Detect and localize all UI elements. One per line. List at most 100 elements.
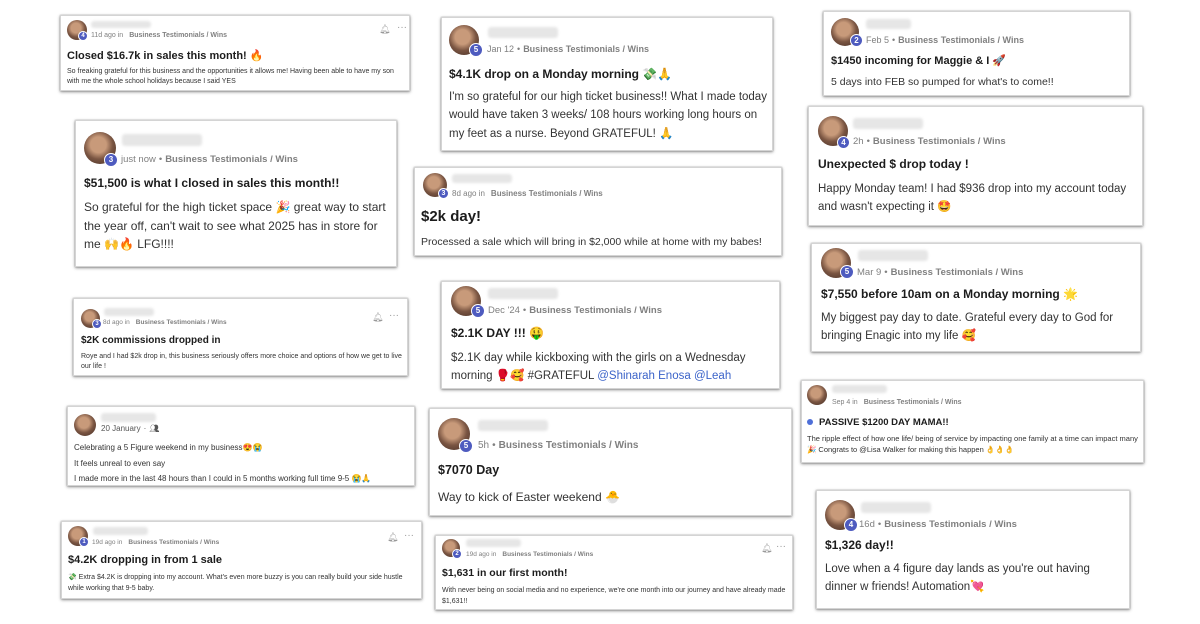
level-badge: 4 [844, 518, 858, 532]
level-badge: 5 [471, 304, 485, 318]
post-line: Celebrating a 5 Figure weekend in my bus… [74, 443, 263, 452]
post-title: $4.1K drop on a Monday morning 💸🙏 [449, 67, 673, 81]
mention-link[interactable]: @Leah [694, 370, 731, 382]
post-title: $2.1K DAY !!! 🤑 [451, 326, 544, 340]
post-meta: 2h • Business Testimonials / Wins [853, 136, 1006, 147]
post-card[interactable]: 5 Dec '24 • Business Testimonials / Wins $… [441, 281, 780, 389]
level-badge: 5 [459, 439, 473, 453]
avatar [74, 414, 96, 436]
author-name-redacted [488, 288, 558, 299]
post-body: 5 days into FEB so pumped for what's to … [831, 76, 1054, 88]
bell-icon[interactable]: 🔔︎ [761, 543, 772, 554]
post-category[interactable]: Business Testimonials / Wins [491, 189, 603, 198]
post-meta: 8d ago in Business Testimonials / Wins [103, 319, 227, 326]
post-category[interactable]: Business Testimonials / Wins [523, 44, 649, 54]
post-title: $1,631 in our first month! [442, 567, 568, 579]
post-body: My biggest pay day to date. Grateful eve… [821, 312, 1114, 343]
post-line: I made more in the last 48 hours than I … [74, 474, 372, 484]
post-category[interactable]: Business Testimonials / Wins [864, 399, 962, 406]
mention-link[interactable]: @Shinarah Enosa [597, 370, 691, 382]
author-name-redacted [478, 420, 548, 431]
post-card[interactable]: 2 Feb 5 • Business Testimonials / Wins $14… [823, 11, 1130, 96]
post-category[interactable]: Business Testimonials / Wins [499, 440, 639, 451]
post-category[interactable]: Business Testimonials / Wins [165, 154, 298, 165]
level-badge: 2 [452, 549, 462, 559]
unread-dot [807, 419, 813, 426]
level-badge: 5 [469, 43, 483, 57]
bell-icon[interactable]: 🔔︎ [379, 24, 390, 35]
post-card[interactable]: 3 8d ago in Business Testimonials / Wins… [73, 298, 408, 376]
more-icon[interactable]: ··· [404, 530, 414, 541]
post-time: 8d ago in [103, 319, 130, 326]
post-card[interactable]: 5 5h • Business Testimonials / Wins $7070 … [429, 408, 792, 516]
post-body: Happy Monday team! I had $936 drop into … [818, 183, 1127, 214]
post-meta: 19d ago in Business Testimonials / Wins [466, 551, 593, 558]
post-card[interactable]: 3 just now • Business Testimonials / Wins … [75, 120, 397, 267]
post-time: Dec '24 [488, 305, 520, 316]
post-time: 19d ago in [466, 551, 497, 558]
post-body: $2.1K day while kickboxing with the girl… [451, 352, 746, 383]
author-name-redacted [866, 19, 911, 29]
level-badge: 2 [850, 34, 863, 47]
post-category[interactable]: Business Testimonials / Wins [891, 267, 1024, 278]
post-meta: 16d • Business Testimonials / Wins [859, 519, 1017, 530]
post-meta: Sep 4 in Business Testimonials / Wins [832, 399, 962, 406]
post-card[interactable]: 4 11d ago in Business Testimonials / Win… [60, 15, 410, 91]
post-meta: just now • Business Testimonials / Wins [121, 154, 298, 165]
post-body: Celebrating a 5 Figure weekend in my bus… [74, 440, 410, 487]
level-badge: 1 [79, 537, 89, 547]
post-time: Feb 5 [866, 35, 890, 45]
post-body: With never being on social media and no … [442, 587, 786, 605]
post-title: Unexpected $ drop today ! [818, 157, 969, 171]
more-icon[interactable]: ··· [397, 22, 407, 33]
post-category[interactable]: Business Testimonials / Wins [129, 32, 227, 39]
post-category[interactable]: Business Testimonials / Wins [898, 35, 1024, 45]
post-card[interactable]: 2 19d ago in Business Testimonials / Win… [435, 535, 793, 610]
post-body: I'm so grateful for our high ticket busi… [449, 91, 767, 140]
post-card[interactable]: 4 16d • Business Testimonials / Wins $1,32… [816, 490, 1130, 609]
post-time: 8d ago in [452, 189, 485, 198]
post-title: $1450 incoming for Maggie & I 🚀 [831, 55, 1007, 67]
post-title: $2k day! [421, 208, 482, 225]
post-card[interactable]: 5 Jan 12 • Business Testimonials / Wins $4… [441, 17, 773, 151]
post-category[interactable]: Business Testimonials / Wins [873, 136, 1006, 147]
post-card[interactable]: 1 19d ago in Business Testimonials / Win… [61, 521, 422, 599]
post-body: So grateful for the high ticket space 🎉 … [84, 200, 386, 252]
post-title: $1,326 day!! [825, 538, 894, 552]
post-body: So freaking grateful for this business a… [67, 68, 394, 86]
post-time: 16d [859, 519, 875, 530]
bell-icon[interactable]: 🔔︎ [387, 532, 398, 543]
level-badge: 4 [78, 31, 88, 41]
post-title: $51,500 is what I closed in sales this m… [84, 176, 340, 190]
post-meta: 19d ago in Business Testimonials / Wins [92, 539, 219, 546]
post-category[interactable]: Business Testimonials / Wins [136, 319, 227, 326]
post-title: $4.2K dropping in from 1 sale [68, 554, 223, 566]
more-icon[interactable]: ··· [776, 541, 786, 552]
level-badge: 3 [104, 153, 118, 167]
post-category[interactable]: Business Testimonials / Wins [502, 551, 593, 558]
post-category[interactable]: Business Testimonials / Wins [128, 539, 219, 546]
post-category[interactable]: Business Testimonials / Wins [884, 519, 1017, 530]
level-badge: 3 [438, 188, 449, 199]
post-card[interactable]: 5 Mar 9 • Business Testimonials / Wins $7,… [811, 243, 1141, 352]
author-name-redacted [452, 174, 512, 183]
post-meta: 20 January · 👥︎ [101, 424, 160, 433]
more-icon[interactable]: ··· [389, 310, 399, 321]
author-name-redacted [858, 250, 928, 261]
author-name-redacted [832, 385, 887, 393]
post-card[interactable]: 4 2h • Business Testimonials / Wins Unexpe… [808, 106, 1143, 226]
post-meta: Feb 5 • Business Testimonials / Wins [866, 35, 1024, 45]
post-card[interactable]: Sep 4 in Business Testimonials / Wins PA… [801, 380, 1144, 463]
post-body: Love when a 4 figure day lands as you're… [825, 563, 1090, 594]
bell-icon[interactable]: 🔔︎ [372, 312, 383, 323]
post-time: 11d ago in [91, 32, 124, 39]
post-time: 20 January [101, 424, 141, 433]
author-name-redacted [104, 308, 154, 316]
post-meta: 5h • Business Testimonials / Wins [478, 440, 639, 451]
post-card[interactable]: 3 8d ago in Business Testimonials / Wins… [414, 167, 782, 256]
author-name-redacted [91, 21, 151, 28]
post-category[interactable]: Business Testimonials / Wins [529, 305, 662, 316]
level-badge: 5 [840, 265, 854, 279]
post-card[interactable]: 20 January · 👥︎ Celebrating a 5 Figure wee… [67, 406, 415, 486]
author-name-redacted [101, 413, 156, 422]
